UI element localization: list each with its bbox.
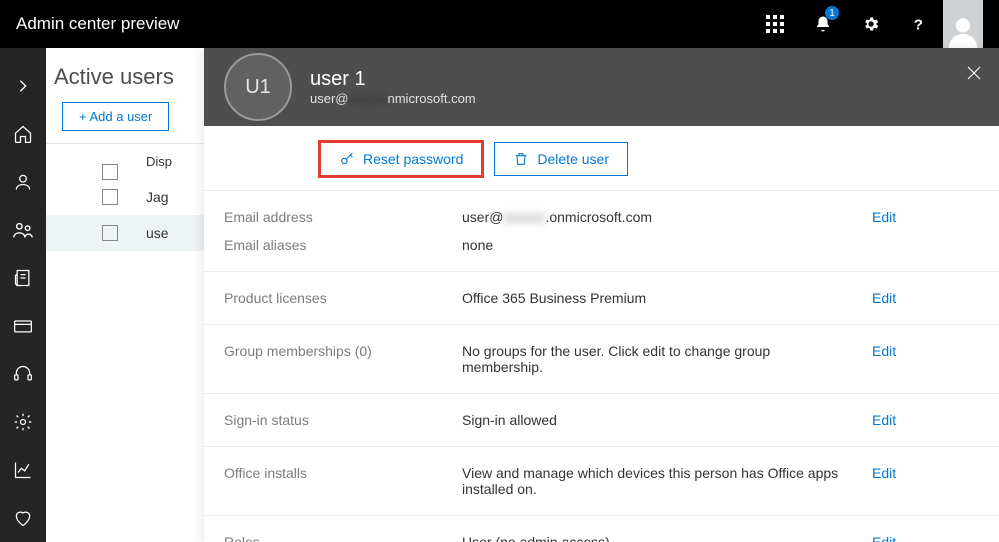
reports-icon[interactable] bbox=[0, 446, 46, 494]
prop-label-installs: Office installs bbox=[224, 459, 462, 487]
prop-value-groups: No groups for the user. Click edit to ch… bbox=[462, 337, 872, 381]
trash-icon bbox=[513, 151, 529, 167]
prop-value-email: user@xxxxxx.onmicrosoft.com bbox=[462, 203, 872, 231]
edit-licenses-link[interactable]: Edit bbox=[872, 284, 896, 312]
select-all-checkbox[interactable] bbox=[102, 164, 118, 180]
left-nav bbox=[0, 48, 46, 542]
panel-header: U1 user 1 user@xxxxxxnmicrosoft.com bbox=[204, 48, 999, 126]
prop-label-email: Email address bbox=[224, 203, 462, 231]
reset-password-button[interactable]: Reset password bbox=[320, 142, 482, 176]
groups-icon[interactable] bbox=[0, 206, 46, 254]
billing-icon[interactable] bbox=[0, 302, 46, 350]
user-name-cell: Jag bbox=[146, 189, 169, 205]
expand-nav-icon[interactable] bbox=[0, 62, 46, 110]
row-checkbox[interactable] bbox=[102, 225, 118, 241]
row-checkbox[interactable] bbox=[102, 189, 118, 205]
prop-value-installs: View and manage which devices this perso… bbox=[462, 459, 872, 503]
prop-label-roles: Roles bbox=[224, 528, 462, 542]
close-icon[interactable] bbox=[965, 64, 983, 87]
panel-user-name: user 1 bbox=[310, 68, 476, 91]
panel-user-email: user@xxxxxxnmicrosoft.com bbox=[310, 91, 476, 106]
edit-email-link[interactable]: Edit bbox=[872, 203, 896, 231]
add-user-button[interactable]: + Add a user bbox=[62, 102, 169, 131]
settings-cog-icon[interactable] bbox=[0, 398, 46, 446]
top-bar: Admin center preview 1 ? bbox=[0, 0, 999, 48]
prop-value-aliases: none bbox=[462, 231, 872, 259]
topbar-right: 1 ? bbox=[751, 0, 983, 48]
edit-roles-link[interactable]: Edit bbox=[872, 528, 896, 542]
prop-value-roles: User (no admin access) bbox=[462, 528, 872, 542]
user-name-cell: use bbox=[146, 225, 169, 241]
prop-label-aliases: Email aliases bbox=[224, 231, 462, 259]
avatar[interactable] bbox=[943, 0, 983, 48]
delete-user-button[interactable]: Delete user bbox=[494, 142, 628, 176]
help-icon[interactable]: ? bbox=[895, 0, 943, 48]
support-icon[interactable] bbox=[0, 350, 46, 398]
key-icon bbox=[339, 151, 355, 167]
notifications-icon[interactable]: 1 bbox=[799, 0, 847, 48]
panel-actions: Reset password Delete user bbox=[204, 126, 999, 190]
resources-icon[interactable] bbox=[0, 254, 46, 302]
prop-value-signin: Sign-in allowed bbox=[462, 406, 872, 434]
main-content: Active users + Add a user Disp Jag use U… bbox=[46, 48, 999, 542]
panel-body: Email address user@xxxxxx.onmicrosoft.co… bbox=[204, 190, 999, 542]
prop-label-signin: Sign-in status bbox=[224, 406, 462, 434]
prop-label-licenses: Product licenses bbox=[224, 284, 462, 312]
waffle-icon[interactable] bbox=[751, 0, 799, 48]
app-title: Admin center preview bbox=[16, 14, 179, 34]
svg-text:?: ? bbox=[914, 16, 923, 33]
user-avatar: U1 bbox=[224, 53, 292, 121]
edit-installs-link[interactable]: Edit bbox=[872, 459, 896, 487]
home-icon[interactable] bbox=[0, 110, 46, 158]
health-icon[interactable] bbox=[0, 494, 46, 542]
user-detail-panel: U1 user 1 user@xxxxxxnmicrosoft.com Rese… bbox=[204, 48, 999, 542]
prop-label-groups: Group memberships (0) bbox=[224, 337, 462, 365]
prop-value-licenses: Office 365 Business Premium bbox=[462, 284, 872, 312]
notification-badge: 1 bbox=[825, 6, 839, 20]
gear-icon[interactable] bbox=[847, 0, 895, 48]
edit-groups-link[interactable]: Edit bbox=[872, 337, 896, 365]
user-icon[interactable] bbox=[0, 158, 46, 206]
edit-signin-link[interactable]: Edit bbox=[872, 406, 896, 434]
